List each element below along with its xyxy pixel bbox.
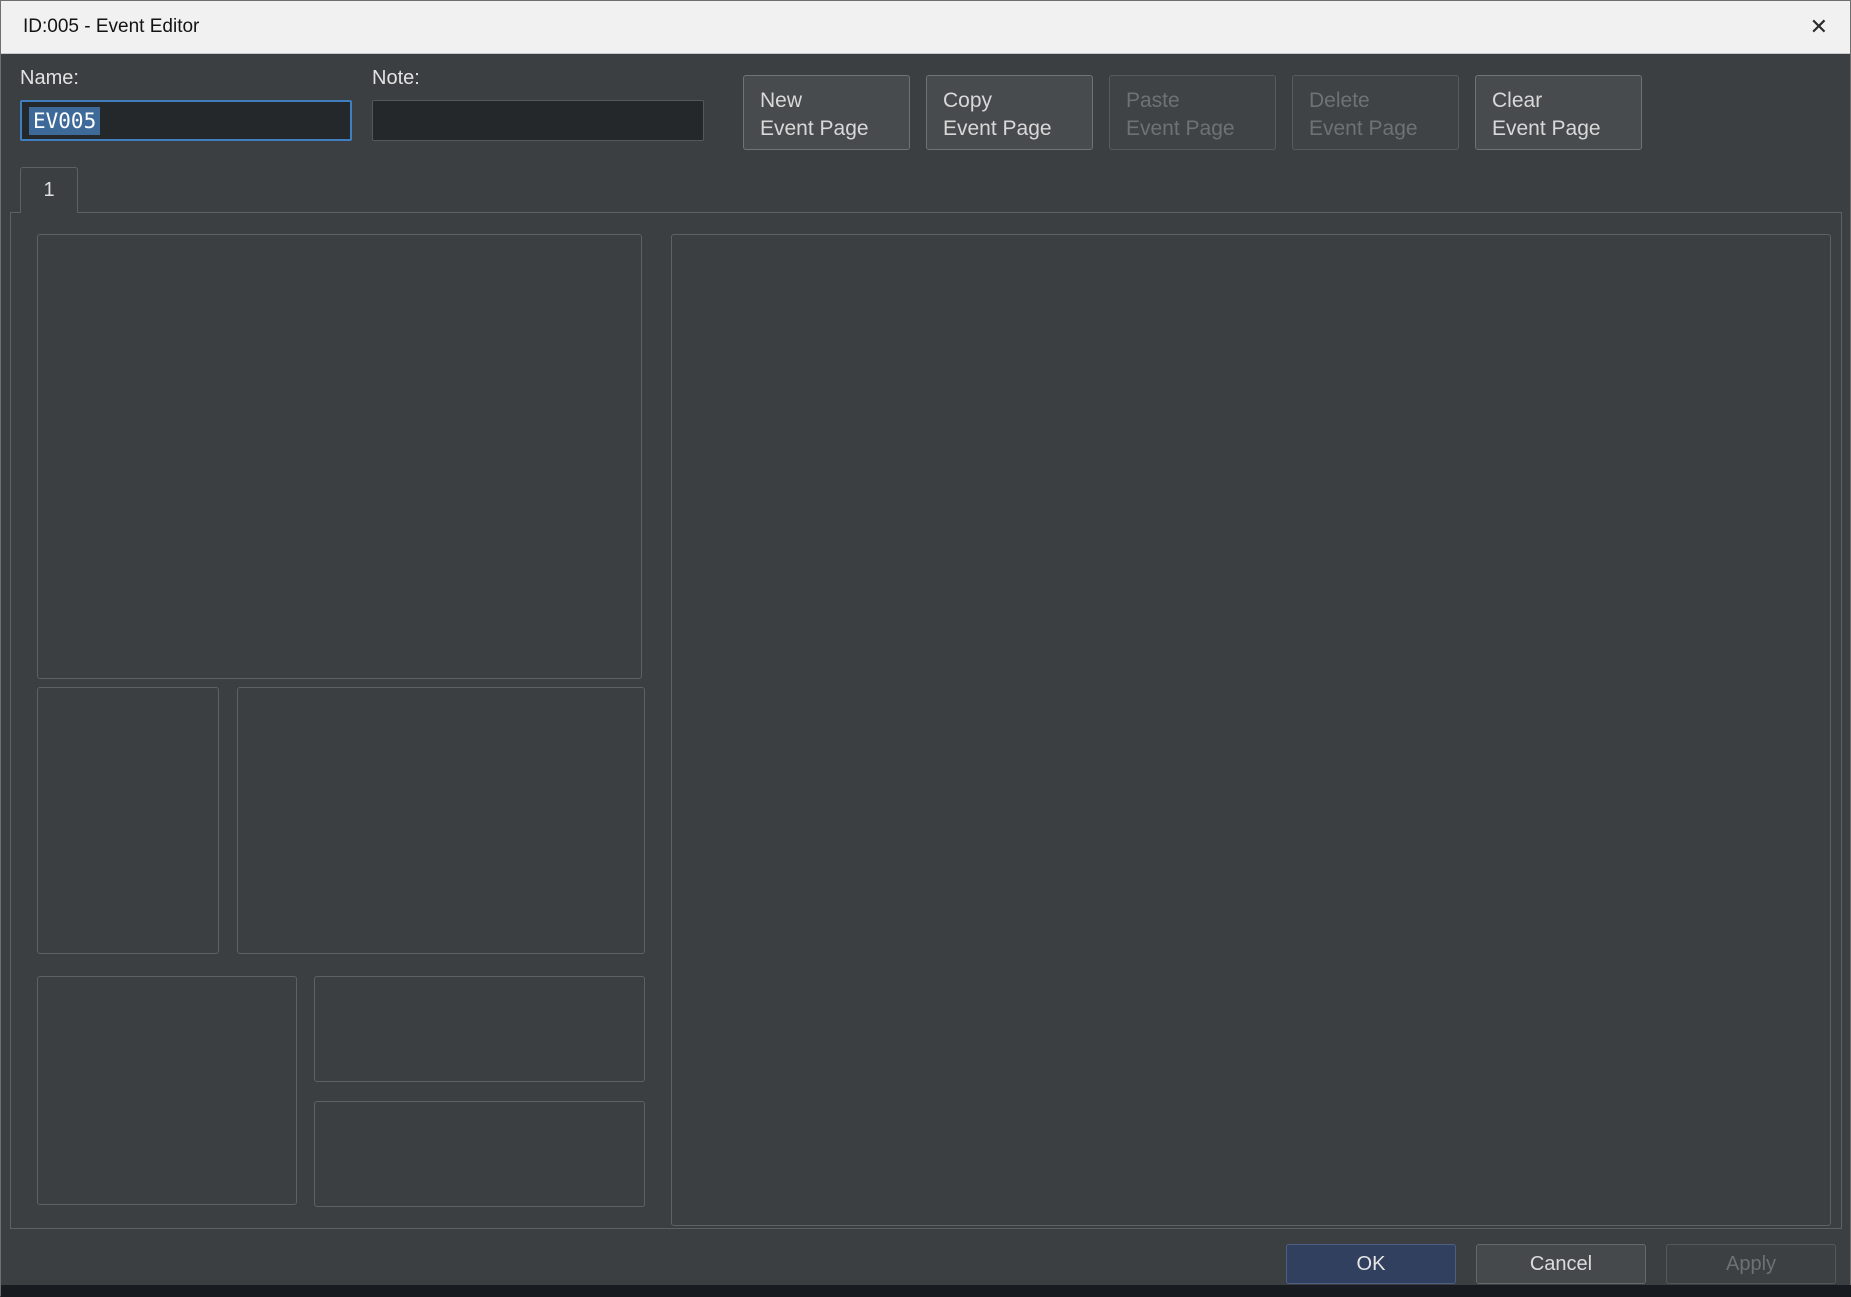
button-label-line: Event Page xyxy=(943,115,1092,143)
new-event-page-button[interactable]: New Event Page xyxy=(743,75,910,150)
name-label: Name: xyxy=(20,67,79,90)
button-label-line: Delete xyxy=(1309,87,1458,115)
name-input[interactable]: EV005 xyxy=(20,100,352,141)
contents-groupbox xyxy=(671,234,1831,1226)
button-label-line: Paste xyxy=(1126,87,1275,115)
window-title: ID:005 - Event Editor xyxy=(23,16,199,38)
button-label-line: New xyxy=(760,87,909,115)
button-label-line: Copy xyxy=(943,87,1092,115)
button-label-line: Event Page xyxy=(1126,115,1275,143)
close-icon[interactable]: ✕ xyxy=(1810,14,1828,40)
options-groupbox xyxy=(37,976,297,1205)
tab-page-1[interactable]: 1 xyxy=(20,167,78,213)
clear-event-page-button[interactable]: Clear Event Page xyxy=(1475,75,1642,150)
button-label-line: Event Page xyxy=(1492,115,1641,143)
event-editor-window: ID:005 - Event Editor ✕ Name: EV005 Note… xyxy=(0,0,1851,1296)
paste-event-page-button[interactable]: Paste Event Page xyxy=(1109,75,1276,150)
name-value-selected: EV005 xyxy=(29,107,100,135)
note-input[interactable] xyxy=(372,100,704,141)
cancel-button[interactable]: Cancel xyxy=(1476,1244,1646,1284)
delete-event-page-button[interactable]: Delete Event Page xyxy=(1292,75,1459,150)
image-groupbox xyxy=(37,687,219,954)
window-bottom-edge xyxy=(1,1285,1851,1297)
button-label-line: Event Page xyxy=(1309,115,1458,143)
priority-groupbox xyxy=(314,976,645,1082)
ok-button[interactable]: OK xyxy=(1286,1244,1456,1284)
movement-groupbox xyxy=(237,687,645,954)
copy-event-page-button[interactable]: Copy Event Page xyxy=(926,75,1093,150)
apply-button[interactable]: Apply xyxy=(1666,1244,1836,1284)
note-label: Note: xyxy=(372,67,420,90)
button-label-line: Clear xyxy=(1492,87,1641,115)
conditions-groupbox xyxy=(37,234,642,679)
title-bar: ID:005 - Event Editor ✕ xyxy=(1,1,1850,54)
trigger-groupbox xyxy=(314,1101,645,1207)
button-label-line: Event Page xyxy=(760,115,909,143)
